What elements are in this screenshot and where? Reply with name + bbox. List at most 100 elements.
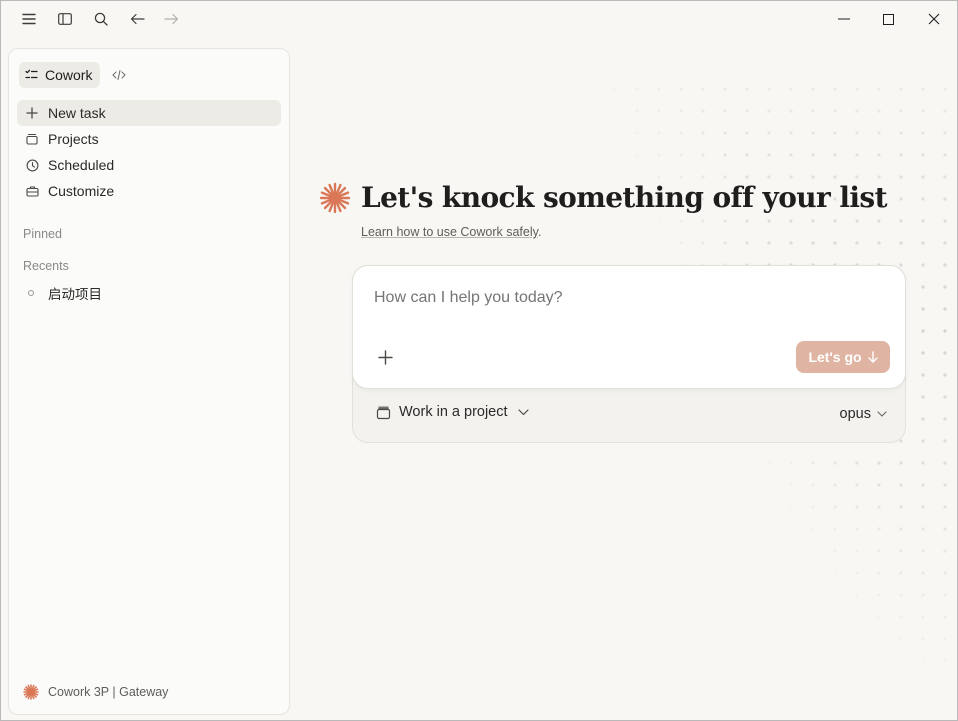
decorative-dot <box>921 263 925 267</box>
recent-item[interactable]: 启动项目 <box>23 283 102 303</box>
decorative-dot <box>767 241 771 245</box>
decorative-dot <box>811 527 815 531</box>
decorative-dot <box>811 241 815 245</box>
decorative-dot <box>701 241 705 245</box>
decorative-dot <box>921 87 925 91</box>
search-icon[interactable] <box>89 7 113 31</box>
decorative-dot <box>943 439 947 443</box>
decorative-dot <box>855 241 859 245</box>
sidebar-footer[interactable]: Cowork 3P | Gateway <box>23 684 168 700</box>
decorative-dot <box>877 549 881 553</box>
decorative-dot <box>811 109 815 113</box>
lets-go-button[interactable]: Let's go <box>796 341 890 373</box>
decorative-dot <box>921 593 925 597</box>
back-arrow-icon[interactable] <box>125 7 149 31</box>
close-icon[interactable] <box>920 5 948 33</box>
decorative-dot <box>943 659 947 663</box>
decorative-dot <box>833 109 837 113</box>
decorative-dot <box>833 241 837 245</box>
decorative-dot <box>767 131 771 135</box>
decorative-dot <box>723 241 727 245</box>
decorative-dot <box>877 241 881 245</box>
sidebar-item-customize[interactable]: Customize <box>17 178 281 204</box>
decorative-dot <box>877 571 881 575</box>
decorative-dot <box>943 109 947 113</box>
model-label: opus <box>839 406 871 422</box>
decorative-dot <box>921 549 925 553</box>
menu-icon[interactable] <box>17 7 41 31</box>
code-icon[interactable] <box>109 65 129 85</box>
decorative-dot <box>899 109 903 113</box>
decorative-dot <box>943 329 947 333</box>
decorative-dot <box>767 219 771 223</box>
decorative-dot <box>767 153 771 157</box>
decorative-dot <box>921 329 925 333</box>
decorative-dot <box>921 527 925 531</box>
decorative-dot <box>921 175 925 179</box>
folder-icon <box>376 405 391 420</box>
page-title: Let's knock something off your list <box>361 181 888 214</box>
decorative-dot <box>811 87 815 91</box>
decorative-dot <box>921 109 925 113</box>
decorative-dot <box>833 527 837 531</box>
decorative-dot <box>635 109 639 113</box>
sidebar: Cowork New task Projects Scheduled Custo… <box>8 48 290 715</box>
decorative-dot <box>877 527 881 531</box>
model-selector[interactable]: opus <box>840 406 887 422</box>
decorative-dot <box>833 571 837 575</box>
decorative-dot <box>899 439 903 443</box>
decorative-dot <box>943 307 947 311</box>
decorative-dot <box>943 219 947 223</box>
decorative-dot <box>855 153 859 157</box>
decorative-dot <box>701 109 705 113</box>
arrow-down-icon <box>867 351 878 363</box>
decorative-dot <box>899 483 903 487</box>
decorative-dot <box>943 197 947 201</box>
decorative-dot <box>899 219 903 223</box>
decorative-dot <box>701 219 705 223</box>
decorative-dot <box>833 175 837 179</box>
decorative-dot <box>679 153 683 157</box>
decorative-dot <box>899 263 903 267</box>
decorative-dot <box>855 87 859 91</box>
decorative-dot <box>701 87 705 91</box>
decorative-dot <box>921 461 925 465</box>
cowork-mode-button[interactable]: Cowork <box>19 62 101 88</box>
decorative-dot <box>789 87 793 91</box>
minimize-icon[interactable] <box>830 5 858 33</box>
decorative-dot <box>921 131 925 135</box>
decorative-dot <box>921 615 925 619</box>
decorative-dot <box>789 175 793 179</box>
sidebar-item-scheduled[interactable]: Scheduled <box>17 152 281 178</box>
sidebar-item-label: Customize <box>48 183 115 199</box>
decorative-dot <box>657 175 661 179</box>
maximize-icon[interactable] <box>874 5 902 33</box>
decorative-dot <box>811 483 815 487</box>
decorative-dot <box>943 505 947 509</box>
decorative-dot <box>723 153 727 157</box>
decorative-dot <box>921 197 925 201</box>
sidebar-toggle-icon[interactable] <box>53 7 77 31</box>
sidebar-item-projects[interactable]: Projects <box>17 126 281 152</box>
decorative-dot <box>767 87 771 91</box>
forward-arrow-icon[interactable] <box>159 7 183 31</box>
decorative-dot <box>833 549 837 553</box>
work-in-project-dropdown[interactable]: Work in a project <box>376 404 529 420</box>
sidebar-item-label: Projects <box>48 131 99 147</box>
decorative-dot <box>899 549 903 553</box>
sidebar-item-new-task[interactable]: New task <box>17 100 281 126</box>
decorative-dot <box>723 131 727 135</box>
decorative-dot <box>877 87 881 91</box>
decorative-dot <box>921 417 925 421</box>
decorative-dot <box>613 87 617 91</box>
decorative-dot <box>855 175 859 179</box>
decorative-dot <box>789 131 793 135</box>
add-attachment-button[interactable] <box>374 346 396 368</box>
learn-link[interactable]: Learn how to use Cowork safely <box>361 225 538 239</box>
decorative-dot <box>745 109 749 113</box>
decorative-dot <box>899 175 903 179</box>
prompt-input[interactable] <box>374 289 854 307</box>
decorative-dot <box>855 593 859 597</box>
decorative-dot <box>767 175 771 179</box>
decorative-dot <box>921 351 925 355</box>
